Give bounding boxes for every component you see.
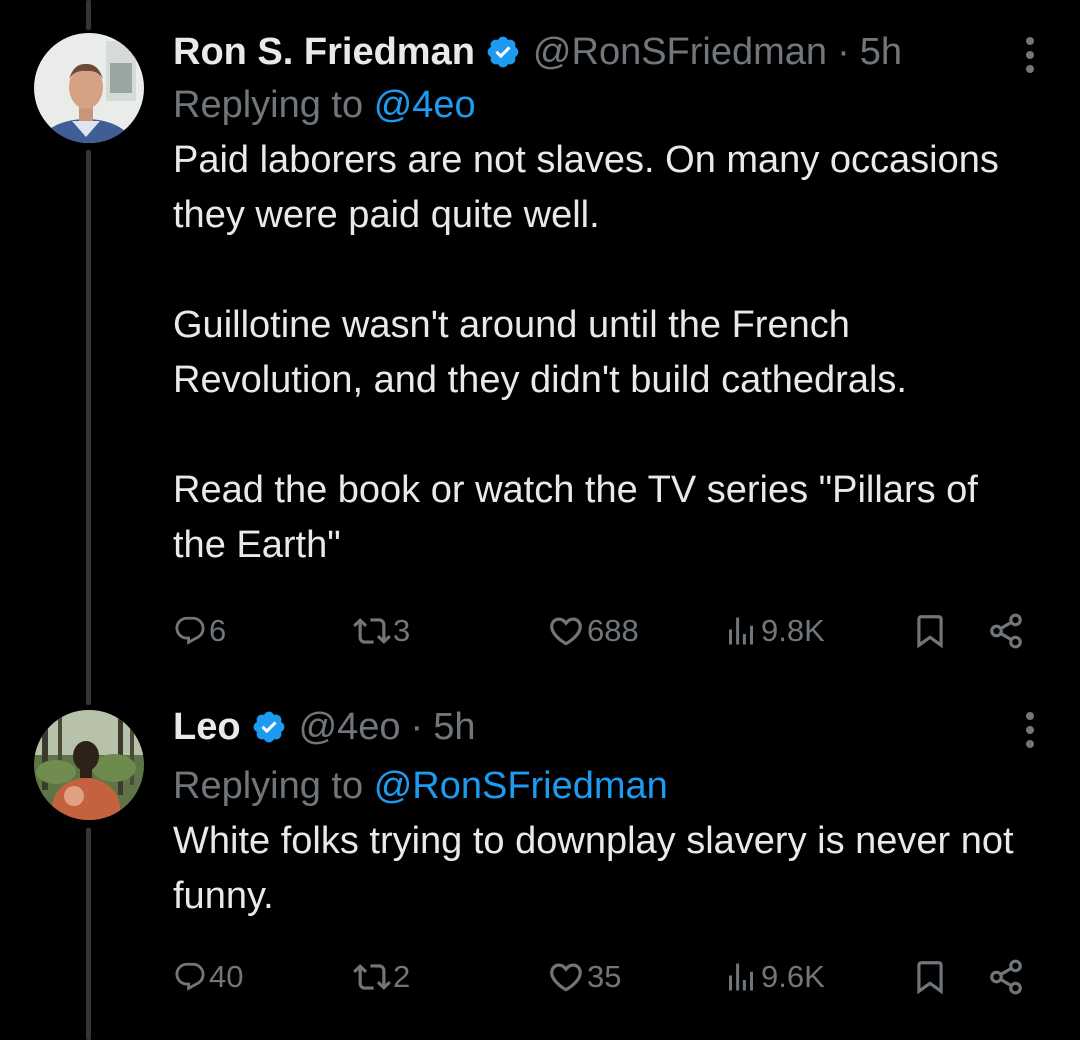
- views-icon: [729, 617, 753, 645]
- tweet-time[interactable]: 5h: [433, 702, 475, 752]
- tweet-paragraph: Read the book or watch the TV series "Pi…: [173, 469, 978, 566]
- reply-icon: [175, 616, 205, 645]
- replying-to: Replying to @RonSFriedman: [173, 758, 1040, 814]
- views-count: 9.6K: [761, 959, 825, 994]
- tweet-text: Paid laborers are not slaves. On many oc…: [173, 133, 1033, 573]
- like-count: 688: [587, 613, 639, 648]
- like-button[interactable]: 688: [547, 606, 639, 656]
- repost-icon: [353, 618, 391, 644]
- replying-prefix: Replying to: [173, 84, 364, 126]
- repost-count: 2: [393, 959, 411, 994]
- tweet-time[interactable]: 5h: [860, 27, 902, 77]
- share-icon: [990, 613, 1022, 649]
- avatar-ron[interactable]: [34, 33, 144, 143]
- views-button[interactable]: 9.8K: [723, 606, 825, 656]
- reply-icon: [175, 962, 205, 991]
- bookmark-icon: [917, 961, 943, 995]
- share-button[interactable]: [987, 606, 1025, 656]
- avatar-leo-image: [34, 710, 144, 820]
- tweet-header: Ron S. Friedman @RonSFriedman · 5h: [173, 27, 1040, 77]
- tweet-paragraph: Guillotine wasn't around until the Frenc…: [173, 304, 907, 401]
- repost-count: 3: [393, 613, 411, 648]
- like-count: 35: [587, 959, 622, 994]
- repost-button[interactable]: 3: [353, 606, 410, 656]
- replying-prefix: Replying to: [173, 765, 364, 807]
- author-name[interactable]: Leo: [173, 702, 241, 752]
- share-icon: [990, 959, 1022, 995]
- replying-to: Replying to @4eo: [173, 77, 1040, 133]
- repost-button[interactable]: 2: [353, 952, 410, 1002]
- views-icon: [729, 963, 753, 991]
- reply-count: 40: [209, 959, 244, 994]
- replying-mention-link[interactable]: @4eo: [374, 84, 476, 126]
- views-button[interactable]: 9.6K: [723, 952, 825, 1002]
- like-icon: [550, 617, 582, 646]
- author-handle[interactable]: @RonSFriedman: [533, 27, 827, 77]
- tweet-text: White folks trying to downplay slavery i…: [173, 814, 1038, 924]
- tweet-paragraph: White folks trying to downplay slavery i…: [173, 820, 1014, 917]
- tweet-1[interactable]: Ron S. Friedman @RonSFriedman · 5h Reply…: [0, 0, 1080, 690]
- tweet-actions: 40 2 35 9.6K: [173, 952, 1033, 1002]
- views-count: 9.8K: [761, 613, 825, 648]
- verified-badge-icon[interactable]: [485, 34, 521, 70]
- bookmark-button[interactable]: [911, 952, 949, 1002]
- tweet-paragraph: Paid laborers are not slaves. On many oc…: [173, 139, 999, 236]
- share-button[interactable]: [987, 952, 1025, 1002]
- avatar-leo[interactable]: [34, 710, 144, 820]
- reply-count: 6: [209, 613, 227, 648]
- tweet-header: Leo @4eo · 5h: [173, 702, 1040, 752]
- tweet-2[interactable]: Leo @4eo · 5h Replying to @RonSFriedman: [0, 690, 1080, 1040]
- more-icon[interactable]: [1020, 710, 1040, 750]
- author-name[interactable]: Ron S. Friedman: [173, 27, 475, 77]
- like-button[interactable]: 35: [547, 952, 621, 1002]
- header-separator: ·: [410, 706, 424, 748]
- tweet-actions: 6 3 688 9.8K: [173, 606, 1033, 656]
- more-icon[interactable]: [1020, 35, 1040, 75]
- author-handle[interactable]: @4eo: [299, 702, 401, 752]
- bookmark-button[interactable]: [911, 606, 949, 656]
- reply-button[interactable]: 40: [173, 952, 243, 1002]
- bookmark-icon: [917, 615, 943, 649]
- avatar-ron-image: [34, 33, 144, 143]
- like-icon: [550, 963, 582, 992]
- reply-button[interactable]: 6: [173, 606, 226, 656]
- replying-mention-link[interactable]: @RonSFriedman: [374, 765, 668, 807]
- header-separator: ·: [837, 31, 850, 73]
- repost-icon: [353, 964, 391, 990]
- verified-badge-icon[interactable]: [251, 709, 287, 745]
